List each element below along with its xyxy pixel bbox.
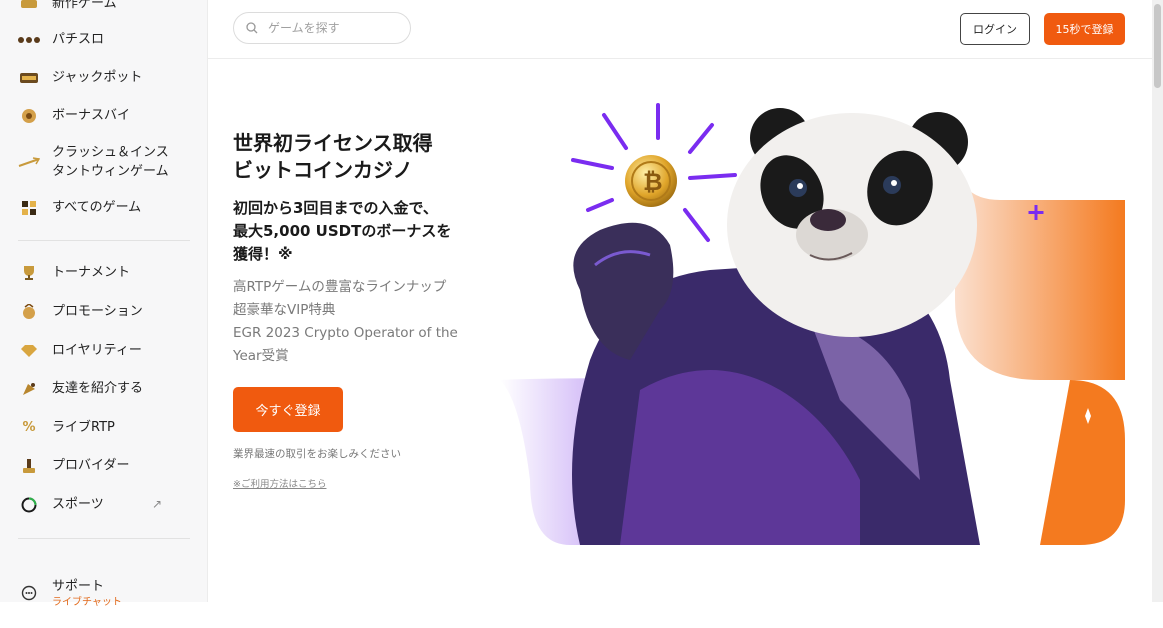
crash-icon	[18, 153, 40, 171]
search-input[interactable]	[266, 20, 400, 36]
orange-shape	[955, 150, 1125, 380]
diamond-icon	[18, 342, 40, 360]
all-games-icon	[18, 199, 40, 217]
sidebar-item-live-rtp[interactable]: % ライブRTP	[18, 418, 115, 437]
trophy-icon	[18, 264, 40, 282]
hero-title-line: 世界初ライセンス取得	[233, 131, 433, 155]
slot-icon	[18, 31, 40, 49]
feat-2-line: Year受賞	[233, 348, 289, 364]
hero-illustration: ₿	[500, 103, 1125, 545]
hero-sub-line: 獲得！※	[233, 245, 293, 263]
hero-sub-line: 初回から3回目までの入金で、	[233, 199, 438, 217]
support-label-group: サポート ライブチャット	[52, 558, 122, 628]
sidebar-item-label: プロバイダー	[52, 458, 130, 473]
sidebar-item-all-games[interactable]: すべてのゲーム	[18, 198, 141, 217]
orange-shape-lower	[1040, 380, 1125, 545]
sidebar-item-label: 友達を紹介する	[52, 381, 144, 396]
sidebar-item-referral[interactable]: 友達を紹介する	[18, 379, 143, 398]
sidebar-item-label: トーナメント	[52, 265, 131, 280]
hero-title: 世界初ライセンス取得 ビットコインカジノ	[233, 130, 433, 184]
provider-icon	[18, 457, 40, 475]
feature-item: EGR 2023 Crypto Operator of the Year受賞	[233, 322, 458, 368]
sidebar-item-label: スポーツ	[52, 497, 104, 512]
sidebar-item-label: 新作ゲーム	[52, 0, 117, 11]
promotion-icon	[18, 303, 40, 321]
sidebar-item-new-games[interactable]: 新作ゲーム	[18, 0, 117, 13]
sidebar-item-label: パチスロ	[52, 32, 105, 47]
external-link-icon: ↗	[152, 497, 163, 511]
sidebar-item-tournament[interactable]: トーナメント	[18, 263, 130, 282]
new-games-icon	[18, 0, 40, 13]
scrollbar-track[interactable]	[1152, 0, 1163, 602]
sidebar-item-label: ジャックポット	[52, 70, 143, 85]
sidebar: 新作ゲーム パチスロ ジャックポット ボーナスバイ クラッシュ＆インス タントウ…	[0, 0, 208, 608]
percent-icon: %	[22, 420, 36, 435]
sidebar-item-support[interactable]: サポート ライブチャット	[18, 558, 122, 628]
search-box[interactable]	[233, 12, 411, 44]
sports-icon	[18, 496, 40, 514]
sidebar-item-promotion[interactable]: プロモーション	[18, 302, 143, 321]
hero-title-line: ビットコインカジノ	[233, 158, 413, 182]
sidebar-item-label: プロモーション	[52, 304, 143, 319]
support-label: サポート	[52, 579, 105, 594]
sidebar-divider	[18, 538, 190, 539]
feature-item: 超豪華なVIP特典	[233, 302, 336, 318]
sidebar-item-slots[interactable]: パチスロ	[18, 30, 104, 49]
sidebar-item-loyalty[interactable]: ロイヤリティー	[18, 341, 142, 360]
sidebar-item-sports[interactable]: スポーツ	[18, 495, 104, 514]
hero-subtitle: 初回から3回目までの入金で、 最大5,000 USDTのボーナスを 獲得！※	[233, 197, 451, 266]
scrollbar-thumb[interactable]	[1154, 4, 1161, 88]
bonus-buy-icon	[18, 107, 40, 125]
top-bar: ログイン 15秒で登録	[208, 0, 1163, 59]
hero-sub-line: 最大5,000 USDTのボーナスを	[233, 222, 452, 240]
sidebar-divider	[18, 240, 190, 241]
chat-icon	[18, 584, 40, 602]
sidebar-item-label: クラッシュ＆インス タントウィンゲーム	[52, 145, 169, 179]
login-button[interactable]: ログイン	[960, 13, 1030, 45]
hero-note: 業界最速の取引をお楽しみください	[233, 448, 401, 460]
sidebar-item-provider[interactable]: プロバイダー	[18, 456, 129, 475]
terms-link[interactable]: ※ご利用方法はこちら	[233, 476, 326, 490]
sidebar-item-bonus-buy[interactable]: ボーナスバイ	[18, 106, 130, 125]
sidebar-item-crash[interactable]: クラッシュ＆インス タントウィンゲーム	[18, 143, 169, 181]
sidebar-item-label: ボーナスバイ	[52, 108, 131, 123]
register-button[interactable]: 15秒で登録	[1044, 13, 1125, 45]
feat-2-line: EGR 2023 Crypto Operator of the	[233, 325, 458, 341]
live-chat-label: ライブチャット	[52, 597, 122, 608]
register-now-button[interactable]: 今すぐ登録	[233, 387, 343, 432]
bitcoin-coin-icon: ₿	[625, 155, 677, 207]
sidebar-item-label: ロイヤリティー	[52, 343, 142, 358]
jackpot-icon	[18, 69, 40, 87]
feature-item: 高RTPゲームの豊富なラインナップ	[233, 279, 447, 295]
sidebar-item-label: すべてのゲーム	[52, 200, 142, 215]
sidebar-item-jackpot[interactable]: ジャックポット	[18, 68, 142, 87]
referral-icon	[18, 380, 40, 398]
svg-text:₿: ₿	[643, 168, 663, 196]
sidebar-item-label: ライブRTP	[52, 420, 115, 435]
search-icon	[246, 19, 258, 38]
